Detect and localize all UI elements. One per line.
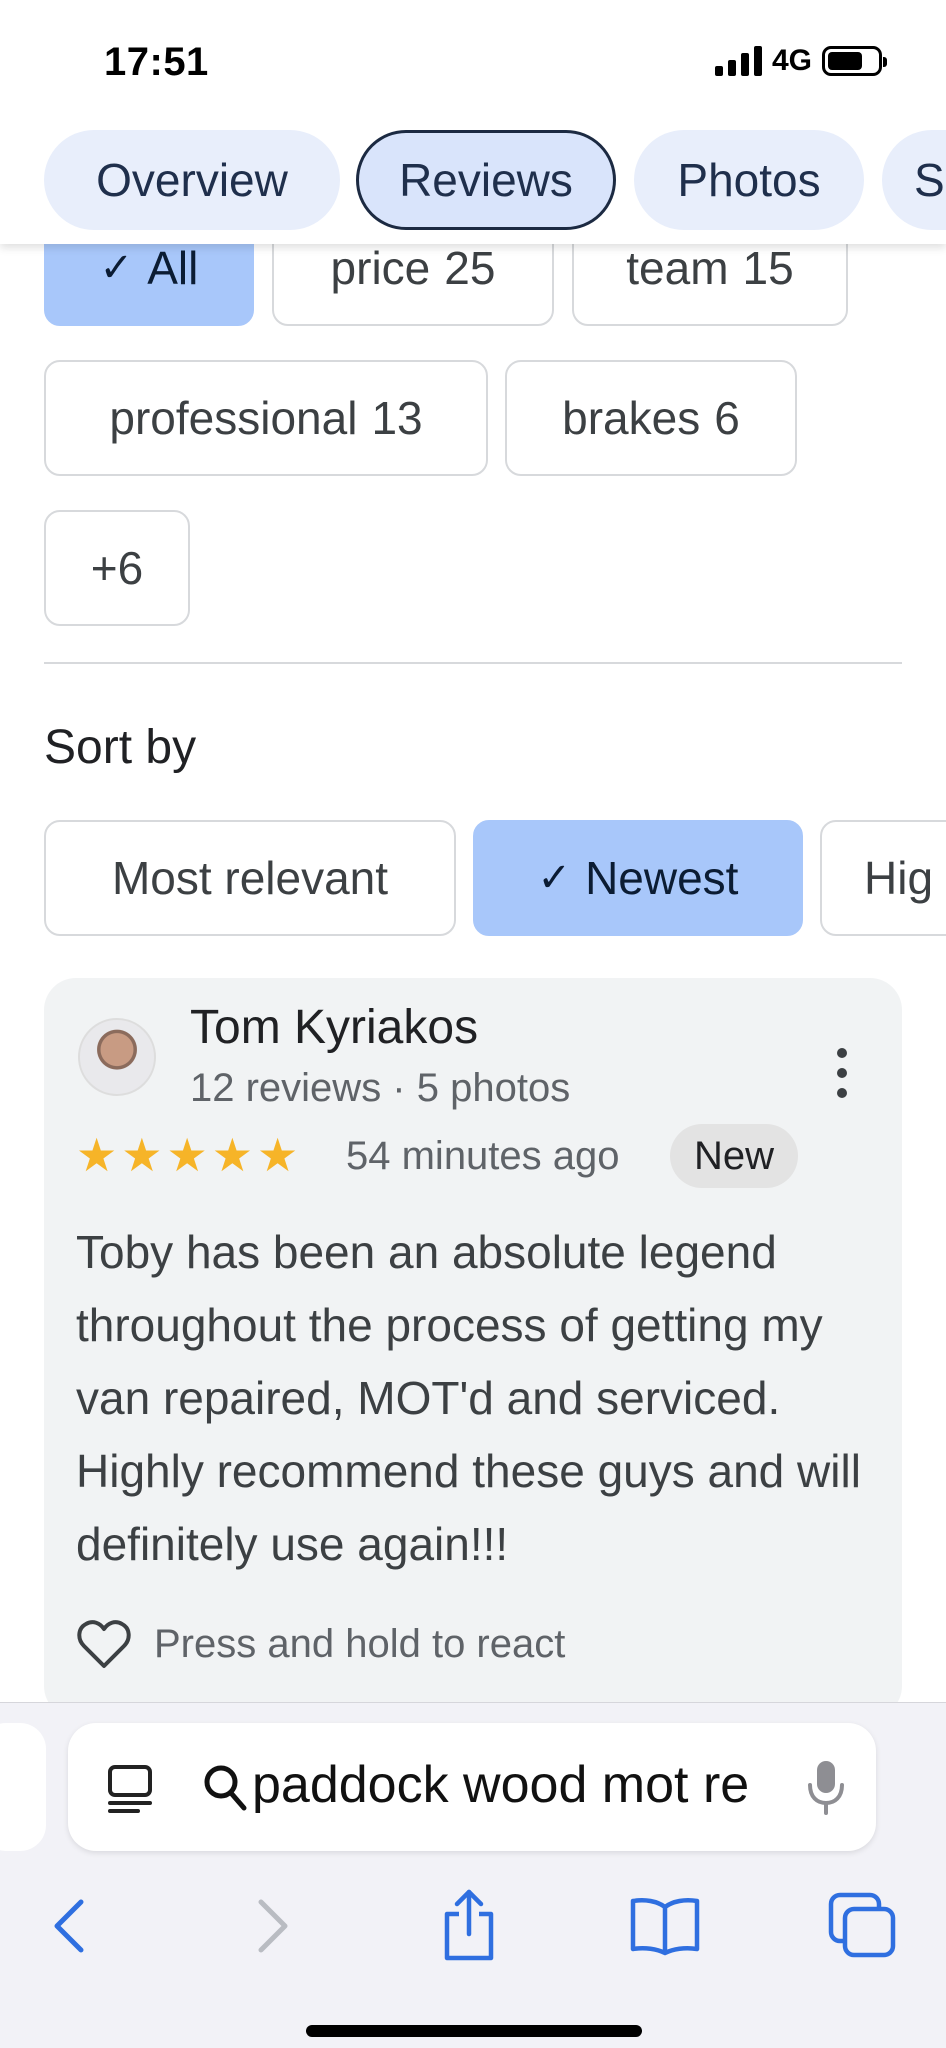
tab-reviews[interactable]: Reviews <box>356 130 616 230</box>
chip-count: 25 <box>444 242 496 294</box>
address-bar[interactable]: paddock wood mot re <box>68 1723 876 1851</box>
mic-icon[interactable] <box>806 1757 846 1817</box>
page-menu-icon[interactable] <box>104 1763 156 1815</box>
forward-button[interactable] <box>228 1871 318 1981</box>
heart-icon <box>77 1620 131 1668</box>
avatar[interactable] <box>78 1018 156 1096</box>
chip-count: 15 <box>742 242 794 294</box>
chip-label: professional <box>109 392 358 444</box>
reviewer-meta: 12 reviews · 5 photos <box>190 1066 571 1110</box>
react-button[interactable]: Press and hold to react <box>76 1618 565 1670</box>
share-button[interactable] <box>424 1871 514 1981</box>
home-indicator <box>306 2025 642 2037</box>
sort-highest[interactable]: Hig <box>820 820 946 936</box>
reviewer-name[interactable]: Tom Kyriakos <box>190 1000 478 1055</box>
sort-option-label: Newest <box>585 852 739 904</box>
sort-label: Sort by <box>44 721 197 774</box>
chip-label: team <box>626 242 729 294</box>
topic-chip-professional[interactable]: professional 13 <box>44 360 488 476</box>
bookmarks-button[interactable] <box>620 1871 710 1981</box>
chip-label: brakes <box>562 392 701 444</box>
review-card: Tom Kyriakos 12 reviews · 5 photos ★ ★ ★… <box>44 978 902 1718</box>
star-icon: ★ <box>211 1129 253 1181</box>
new-badge: New <box>670 1124 799 1188</box>
browser-toolbar <box>0 1871 946 1981</box>
sort-most-relevant[interactable]: Most relevant <box>44 820 456 936</box>
rating-stars: ★ ★ ★ ★ ★ <box>76 1128 298 1182</box>
cellular-signal-icon <box>714 46 762 76</box>
network-type: 4G <box>771 44 812 77</box>
tabs-button[interactable] <box>818 1871 908 1981</box>
back-icon <box>54 1899 84 1953</box>
star-icon: ★ <box>257 1129 299 1181</box>
share-icon <box>444 1889 494 1961</box>
check-icon: ✓ <box>537 856 572 900</box>
star-icon: ★ <box>76 1129 118 1181</box>
more-vert-icon[interactable] <box>832 1048 852 1098</box>
browser-bottom-bar: paddock wood mot re <box>0 1702 946 2048</box>
forward-icon <box>258 1899 288 1953</box>
address-text[interactable]: paddock wood mot re <box>252 1755 792 1815</box>
place-tabs: Overview Reviews Photos S <box>0 118 946 244</box>
bookmarks-icon <box>630 1898 700 1956</box>
star-icon: ★ <box>121 1129 163 1181</box>
chip-label: price <box>330 242 431 294</box>
sort-newest[interactable]: ✓ Newest <box>473 820 803 936</box>
star-icon: ★ <box>166 1129 208 1181</box>
search-icon <box>204 1765 247 1811</box>
back-button[interactable] <box>24 1871 114 1981</box>
status-bar: 17:51 4G <box>0 0 946 118</box>
tab-photos[interactable]: Photos <box>634 130 864 230</box>
status-time: 17:51 <box>104 40 209 84</box>
check-icon: ✓ <box>99 246 134 290</box>
previous-tab-card[interactable] <box>0 1723 46 1851</box>
react-label: Press and hold to react <box>154 1621 566 1666</box>
chip-count: 6 <box>714 392 740 444</box>
tab-more[interactable]: S <box>882 130 946 230</box>
chip-count: 13 <box>371 392 423 444</box>
review-time: 54 minutes ago <box>346 1134 620 1178</box>
status-indicators: 4G <box>714 44 887 78</box>
review-text: Toby has been an absolute legend through… <box>76 1226 861 1570</box>
divider <box>44 662 902 664</box>
tabs-icon <box>828 1892 896 1958</box>
topic-chip-more[interactable]: +6 <box>44 510 190 626</box>
topic-chip-brakes[interactable]: brakes 6 <box>505 360 797 476</box>
battery-icon <box>822 46 887 76</box>
tab-overview[interactable]: Overview <box>44 130 340 230</box>
chip-label: All <box>147 242 199 294</box>
